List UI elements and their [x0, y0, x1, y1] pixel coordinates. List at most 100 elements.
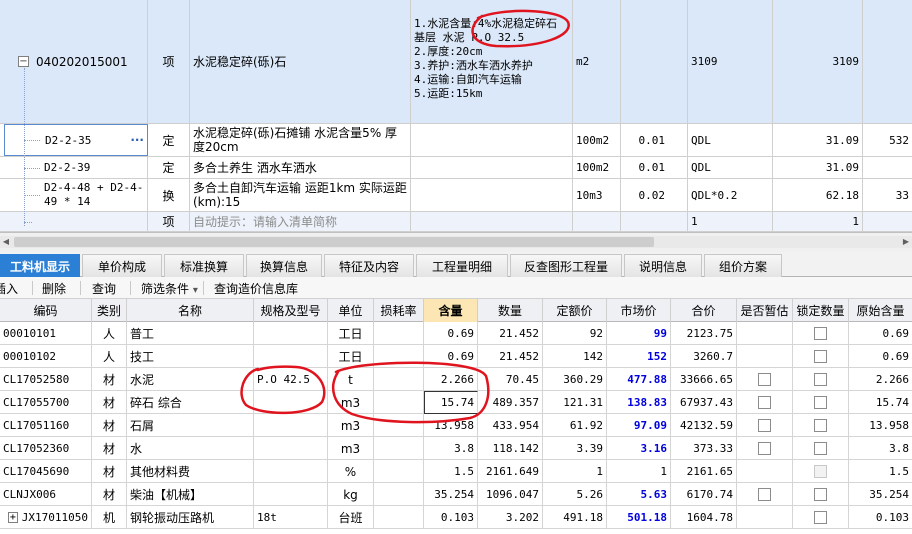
tab-description[interactable]: 说明信息 — [624, 254, 702, 277]
tab-pricing-scheme[interactable]: 组价方案 — [704, 254, 782, 277]
cell-market[interactable]: 152 — [607, 345, 671, 368]
cell-lock[interactable] — [793, 414, 849, 437]
lock-quantity-checkbox[interactable] — [814, 511, 827, 524]
cell-lock[interactable] — [793, 368, 849, 391]
cell-content[interactable]: 0.69 — [424, 345, 478, 368]
lock-quantity-checkbox[interactable] — [814, 350, 827, 363]
tab-conversion-info[interactable]: 换算信息 — [246, 254, 322, 277]
cell-est[interactable] — [737, 345, 793, 368]
quota-name[interactable]: 水泥稳定碎(砾)石摊铺 水泥含量5% 厚度20cm — [190, 124, 411, 156]
hint-name-input[interactable]: 自动提示：请输入清单简称 — [190, 212, 411, 231]
resource-row[interactable]: CL17055700 材 碎石 综合 m3 15.74 489.357 121.31 138.… — [0, 391, 912, 414]
tab-unit-price-composition[interactable]: 单价构成 — [82, 254, 162, 277]
cell-content[interactable]: 3.8 — [424, 437, 478, 460]
quota-row[interactable]: D2-2-39 定 多合土养生 洒水车洒水 100m2 0.01 QDL 31.… — [0, 157, 912, 179]
col-quantity[interactable]: 数量 — [478, 299, 543, 322]
cell-loss[interactable] — [374, 437, 424, 460]
cell-spec[interactable] — [254, 391, 328, 414]
cell-content[interactable]: 2.266 — [424, 368, 478, 391]
col-loss-rate[interactable]: 损耗率 — [374, 299, 424, 322]
cell-loss[interactable] — [374, 414, 424, 437]
col-total[interactable]: 合价 — [671, 299, 737, 322]
cell-loss[interactable] — [374, 391, 424, 414]
hint-code-cell[interactable] — [0, 212, 148, 231]
quota-qty-expr[interactable]: QDL*0.2 — [688, 179, 773, 211]
expand-icon[interactable]: + — [8, 512, 18, 523]
lock-quantity-checkbox[interactable] — [814, 442, 827, 455]
insert-button[interactable]: 插入 — [0, 280, 18, 297]
scroll-right-icon[interactable]: ▶ — [900, 236, 912, 248]
quota-code-cell[interactable]: D2-4-48 + D2-4-49 * 14 — [0, 179, 148, 211]
cell-content[interactable]: 0.103 — [424, 506, 478, 529]
hint-qty-expr[interactable]: 1 — [688, 212, 773, 231]
cell-loss[interactable] — [374, 506, 424, 529]
quota-name[interactable]: 多合土养生 洒水车洒水 — [190, 157, 411, 178]
cell-loss[interactable] — [374, 368, 424, 391]
resource-row[interactable]: CL17052360 材 水 m3 3.8 118.142 3.39 3.16 373.33 3.… — [0, 437, 912, 460]
resource-row[interactable]: CL17051160 材 石屑 m3 13.958 433.954 61.92 97.09 42… — [0, 414, 912, 437]
cell-lock[interactable] — [793, 345, 849, 368]
estimated-checkbox[interactable] — [758, 419, 771, 432]
cell-lock[interactable] — [793, 437, 849, 460]
more-icon[interactable]: ··· — [130, 133, 144, 147]
cell-est[interactable] — [737, 437, 793, 460]
delete-button[interactable]: 删除 — [42, 280, 66, 297]
cell-market[interactable]: 138.83 — [607, 391, 671, 414]
col-original-content[interactable]: 原始含量 — [849, 299, 912, 322]
cell-loss[interactable] — [374, 483, 424, 506]
cell-est[interactable] — [737, 506, 793, 529]
cell-spec[interactable] — [254, 345, 328, 368]
cell-market[interactable]: 99 — [607, 322, 671, 345]
lock-quantity-checkbox[interactable] — [814, 373, 827, 386]
cell-content[interactable]: 13.958 — [424, 414, 478, 437]
resource-row[interactable]: 00010101 人 普工 工日 0.69 21.452 92 99 2123.75 0.69 — [0, 322, 912, 345]
lock-quantity-checkbox[interactable] — [814, 396, 827, 409]
estimated-checkbox[interactable] — [758, 373, 771, 386]
cell-lock[interactable] — [793, 483, 849, 506]
cell-market[interactable]: 501.18 — [607, 506, 671, 529]
cell-est[interactable] — [737, 414, 793, 437]
resource-row[interactable]: + JX17011050 机 钢轮振动压路机 18t 台班 0.103 3.202 491.18… — [0, 506, 912, 529]
scroll-thumb[interactable] — [14, 237, 654, 247]
cell-content[interactable]: 1.5 — [424, 460, 478, 483]
quota-name[interactable]: 多合土自卸汽车运输 运距1km 实际运距(km):15 — [190, 179, 411, 211]
resource-row[interactable]: CL17052580 材 水泥 P.O 42.5 t 2.266 70.45 360.29 47… — [0, 368, 912, 391]
resource-row[interactable]: CLNJX006 材 柴油【机械】 kg 35.254 1096.047 5.26 5.63 6… — [0, 483, 912, 506]
col-code[interactable]: 编码 — [0, 299, 92, 322]
col-content[interactable]: 含量 — [424, 299, 478, 322]
estimated-checkbox[interactable] — [758, 442, 771, 455]
bill-item-row[interactable]: 040202015001 项 水泥稳定碎(砾)石 1.水泥含量:4%水泥稳定碎石… — [0, 0, 912, 124]
quota-qty-expr[interactable]: QDL — [688, 157, 773, 178]
quota-qty-expr[interactable]: QDL — [688, 124, 773, 156]
resource-row[interactable]: 00010102 人 技工 工日 0.69 21.452 142 152 3260.7 0.69 — [0, 345, 912, 368]
cell-est[interactable] — [737, 322, 793, 345]
bill-item-quantity-expr[interactable]: 3109 — [688, 0, 773, 123]
bill-item-name[interactable]: 水泥稳定碎(砾)石 — [190, 0, 411, 123]
cell-est[interactable] — [737, 368, 793, 391]
cell-content-focused[interactable]: 15.74 — [424, 391, 478, 414]
cell-spec[interactable] — [254, 414, 328, 437]
query-price-db-button[interactable]: 查询造价信息库 — [214, 280, 298, 297]
cell-est[interactable] — [737, 483, 793, 506]
cell-spec[interactable]: P.O 42.5 — [254, 368, 328, 391]
quota-code-cell[interactable]: D2-2-39 — [0, 157, 148, 178]
tab-standard-conversion[interactable]: 标准换算 — [164, 254, 244, 277]
cell-spec[interactable] — [254, 322, 328, 345]
col-estimated[interactable]: 是否暂估 — [737, 299, 793, 322]
col-category[interactable]: 类别 — [92, 299, 127, 322]
resource-row[interactable]: CL17045690 材 其他材料费% 1.5 2161.649 1 1 2161.65 1.5 — [0, 460, 912, 483]
cell-market[interactable]: 1 — [607, 460, 671, 483]
cell-market[interactable]: 97.09 — [607, 414, 671, 437]
cell-lock[interactable] — [793, 460, 849, 483]
col-base-price[interactable]: 定额价 — [543, 299, 607, 322]
cell-lock[interactable] — [793, 391, 849, 414]
tab-quantity-details[interactable]: 工程量明细 — [416, 254, 508, 277]
col-unit[interactable]: 单位 — [328, 299, 374, 322]
lock-quantity-checkbox[interactable] — [814, 488, 827, 501]
collapse-icon[interactable]: − — [18, 56, 29, 67]
cell-loss[interactable] — [374, 345, 424, 368]
scroll-left-icon[interactable]: ◀ — [0, 236, 12, 248]
col-spec[interactable]: 规格及型号 — [254, 299, 328, 322]
col-lock-quantity[interactable]: 锁定数量 — [793, 299, 849, 322]
cell-market[interactable]: 5.63 — [607, 483, 671, 506]
